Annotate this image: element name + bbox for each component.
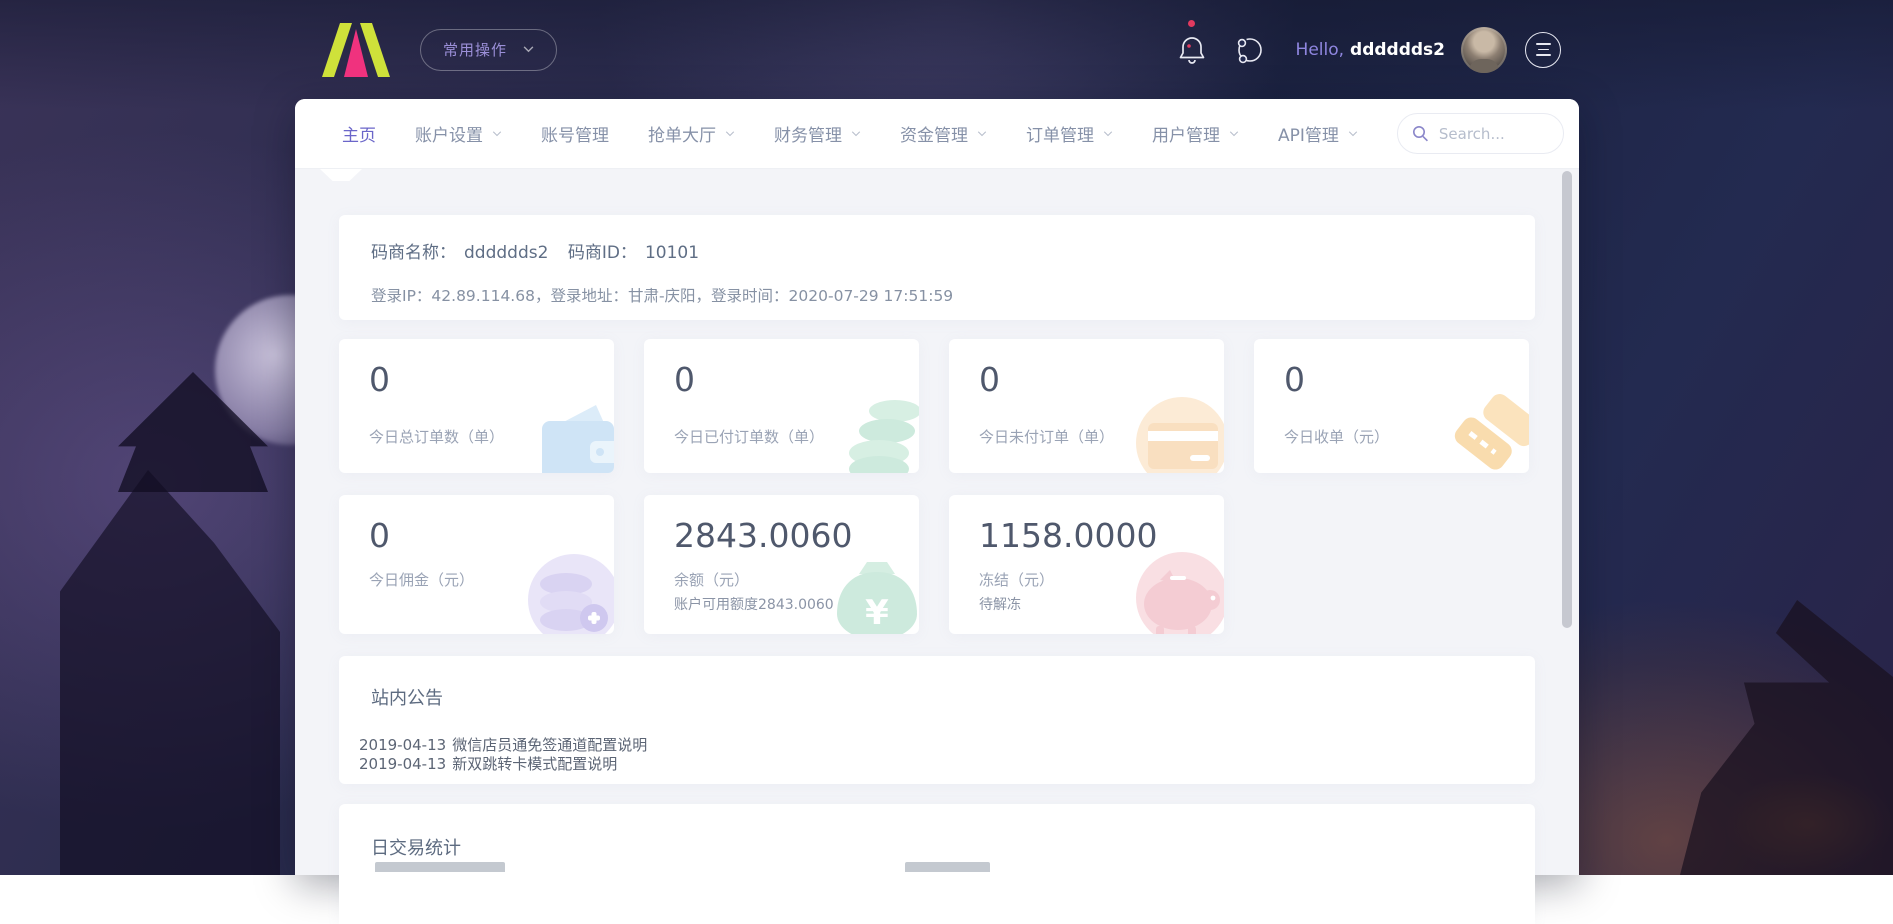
nav-item-account-management[interactable]: 账号管理 — [541, 121, 609, 146]
stat-label: 今日佣金（元） — [369, 569, 474, 590]
chevron-down-icon — [725, 131, 735, 137]
dashboard-content: 码商名称： dddddds2 码商ID： 10101 登录IP：42.89.114.… — [295, 169, 1579, 924]
bell-icon — [1177, 34, 1207, 66]
stat-card-frozen: 1158.0000 冻结（元） 待解冻 — [949, 495, 1224, 634]
nav-item-orders[interactable]: 订单管理 — [1026, 121, 1113, 146]
cliff-silhouette-left — [60, 470, 280, 875]
merchant-id-label: 码商ID： — [568, 243, 637, 263]
coin-plus-icon — [520, 548, 614, 634]
stat-label: 今日已付订单数（单） — [674, 426, 824, 447]
clipped-text-row — [375, 862, 1499, 872]
tickets-icon — [1439, 393, 1529, 473]
announcement-text: 微信店员通免签通道配置说明 — [452, 736, 647, 754]
share-network-icon — [1234, 34, 1266, 66]
stat-card-paid-orders: 0 今日已付订单数（单） — [644, 339, 919, 473]
merchant-name: dddddds2 — [464, 243, 548, 263]
stat-value: 0 — [979, 363, 1194, 396]
wallet-icon — [524, 397, 614, 473]
nav-item-funds[interactable]: 资金管理 — [900, 121, 987, 146]
chevron-down-icon — [851, 131, 861, 137]
stats-row-1: 0 今日总订单数（单） 0 今日已付订单数（单） — [339, 339, 1535, 473]
credit-card-icon — [1130, 393, 1224, 473]
app-logo[interactable] — [318, 23, 394, 77]
top-bar: 常用操作 Hello,dddddds2 — [0, 0, 1893, 99]
nav-item-api[interactable]: API管理 — [1278, 121, 1358, 146]
stat-card-balance: 2843.0060 余额（元） 账户可用额度2843.0060 ¥ — [644, 495, 919, 634]
stat-card-received-amount: 0 今日收单（元） — [1254, 339, 1529, 473]
announcement-list: 2019-04-13 微信店员通免签通道配置说明 2019-04-13 新双跳转卡模… — [359, 736, 1503, 774]
search-box — [1397, 113, 1564, 154]
avatar[interactable] — [1461, 27, 1507, 73]
stat-card-unpaid-orders: 0 今日未付订单（单） — [949, 339, 1224, 473]
search-input[interactable] — [1439, 125, 1549, 143]
nav-item-account-settings[interactable]: 账户设置 — [415, 121, 502, 146]
daily-stats-title: 日交易统计 — [371, 834, 1503, 860]
main-panel: 主页 账户设置 账号管理 抢单大厅 财务管理 资金管理 订单管理 用户管理 — [295, 99, 1579, 875]
greeting-prefix: Hello, — [1296, 40, 1345, 60]
stat-value: 0 — [674, 363, 889, 396]
share-network-button[interactable] — [1230, 28, 1270, 72]
chevron-down-icon — [1229, 131, 1239, 137]
piggy-bank-icon — [1126, 548, 1224, 634]
chevron-down-icon — [492, 131, 502, 137]
primary-nav: 主页 账户设置 账号管理 抢单大厅 财务管理 资金管理 订单管理 用户管理 — [295, 99, 1579, 169]
username: dddddds2 — [1350, 40, 1445, 60]
merchant-id: 10101 — [645, 243, 699, 263]
clipped-text-fragment — [375, 862, 505, 872]
greeting: Hello,dddddds2 — [1296, 40, 1445, 60]
money-bag-icon: ¥ — [829, 548, 919, 634]
search-icon — [1412, 125, 1429, 142]
stat-value: 0 — [369, 363, 584, 396]
stat-label: 冻结（元） — [979, 569, 1054, 590]
coins-icon — [829, 397, 919, 473]
merchant-name-label: 码商名称： — [371, 243, 456, 263]
scrollbar-thumb[interactable] — [1562, 171, 1572, 628]
stat-label: 今日未付订单（单） — [979, 426, 1114, 447]
notifications-button[interactable] — [1172, 28, 1212, 72]
menu-button[interactable] — [1525, 32, 1561, 68]
stat-label: 余额（元） — [674, 569, 749, 590]
nav-item-finance[interactable]: 财务管理 — [774, 121, 861, 146]
announcements-card: 站内公告 2019-04-13 微信店员通免签通道配置说明 2019-04-13 新… — [339, 656, 1535, 784]
quick-actions-dropdown[interactable]: 常用操作 — [420, 29, 557, 71]
stat-value: 0 — [1284, 363, 1499, 396]
chevron-down-icon — [1348, 131, 1358, 137]
nav-item-order-hall[interactable]: 抢单大厅 — [648, 121, 735, 146]
top-bar-right: Hello,dddddds2 — [1172, 27, 1561, 73]
announcement-item[interactable]: 2019-04-13 微信店员通免签通道配置说明 — [359, 736, 1503, 755]
quick-actions-label: 常用操作 — [443, 39, 507, 60]
chevron-down-icon — [977, 131, 987, 137]
daily-stats-card: 日交易统计 — [339, 804, 1535, 924]
announcement-text: 新双跳转卡模式配置说明 — [452, 755, 617, 773]
chevron-down-icon — [523, 46, 534, 53]
svg-text:¥: ¥ — [865, 593, 889, 633]
notification-dot — [1188, 20, 1195, 27]
stat-card-commission: 0 今日佣金（元） — [339, 495, 614, 634]
login-info: 登录IP：42.89.114.68，登录地址：甘肃-庆阳，登录时间：2020-0… — [371, 284, 1503, 306]
announcement-date: 2019-04-13 — [359, 736, 446, 754]
stat-card-total-orders: 0 今日总订单数（单） — [339, 339, 614, 473]
clipped-text-fragment — [905, 862, 990, 872]
chevron-down-icon — [1103, 131, 1113, 137]
merchant-info-card: 码商名称： dddddds2 码商ID： 10101 登录IP：42.89.114.… — [339, 215, 1535, 320]
stat-label: 今日收单（元） — [1284, 426, 1389, 447]
announcements-title: 站内公告 — [371, 684, 1503, 710]
stats-row-2: 0 今日佣金（元） 2843.0060 余额（元） 账户可用额度2843.006… — [339, 495, 1535, 634]
nav-item-home[interactable]: 主页 — [342, 121, 376, 146]
nav-item-users[interactable]: 用户管理 — [1152, 121, 1239, 146]
announcement-item[interactable]: 2019-04-13 新双跳转卡模式配置说明 — [359, 755, 1503, 774]
announcement-date: 2019-04-13 — [359, 755, 446, 773]
merchant-identity: 码商名称： dddddds2 码商ID： 10101 — [371, 238, 1503, 263]
stat-label: 今日总订单数（单） — [369, 426, 504, 447]
stat-sub-label: 账户可用额度2843.0060 — [674, 594, 834, 614]
stat-sub-label: 待解冻 — [979, 594, 1021, 614]
